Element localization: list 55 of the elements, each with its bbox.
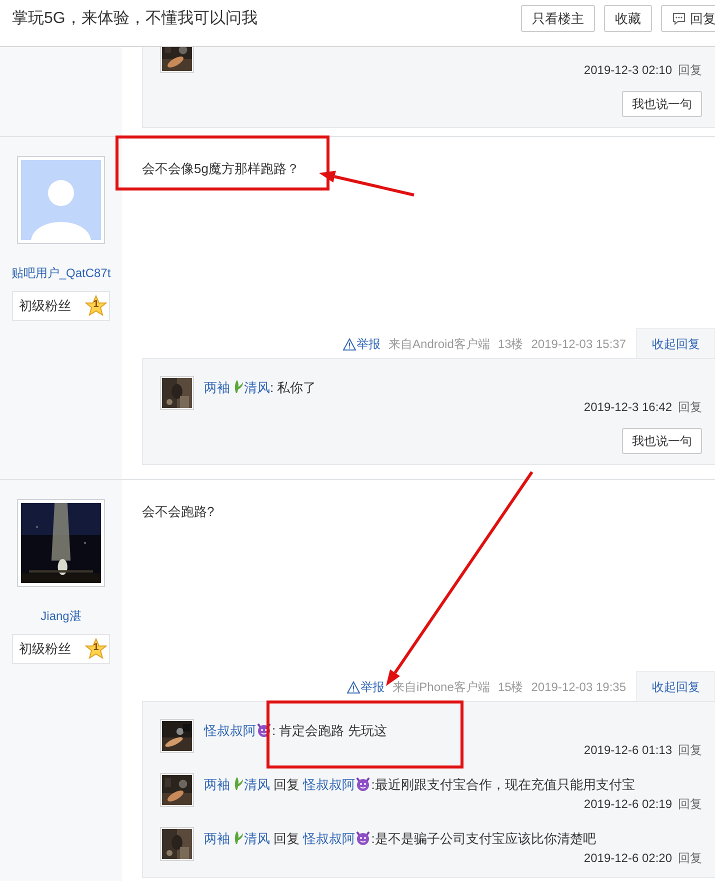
level-star-icon: 1 [85,638,107,660]
post-text: 会不会像5g魔方那样跑路？ [142,160,300,178]
username-link[interactable]: 两袖 [204,380,230,395]
reply-link[interactable]: 回复 [678,63,702,77]
warning-icon [346,680,360,694]
username-link[interactable]: 两袖 [204,831,230,846]
post-text: 会不会跑路? [142,503,214,521]
reply-text: :是不是骗子公司支付宝应该比你清楚吧 [371,831,596,846]
reply-time: 2019-12-3 16:42 [584,400,672,414]
username-link[interactable]: 怪叔叔阿 [303,831,356,846]
post-time: 2019-12-03 15:37 [531,336,626,353]
header-button[interactable]: 收藏 [604,5,652,32]
post-floor: 13楼 [498,336,524,353]
report-link[interactable]: 举报 [346,678,385,701]
default-avatar-icon [21,160,101,240]
report-link[interactable]: 举报 [342,335,381,358]
author-name[interactable]: 贴吧用户_QatC87t [11,264,111,282]
post-floor: 15楼 [498,679,524,696]
reply-label: 回复 [272,831,301,846]
post-source: 来自iPhone客户端 [392,679,490,696]
comment-button[interactable]: 我也说一句 [622,91,702,117]
collapse-replies-tab[interactable]: 收起回复 [636,671,715,701]
reply-link[interactable]: 回复 [678,797,702,811]
username-link[interactable]: 清风 [244,831,270,846]
comment-button[interactable]: 我也说一句 [622,428,702,454]
header-button[interactable]: 只看楼主 [521,5,595,32]
devil-icon [355,775,372,791]
reply-text: : 私你了 [270,380,316,395]
post-time: 2019-12-03 19:35 [531,679,626,696]
username-link[interactable]: 清风 [244,777,270,792]
thread-title: 掌玩5G，来体验，不懂我可以问我 [12,8,258,29]
post-source: 来自Android客户端 [388,336,490,353]
collapse-replies-tab[interactable]: 收起回复 [636,328,715,358]
author-name[interactable]: Jiang湛 [40,607,82,625]
devil-icon [256,721,272,737]
level-star-icon: 1 [85,295,107,317]
username-link[interactable]: 怪叔叔阿 [303,777,356,792]
reply-link[interactable]: 回复 [678,400,702,414]
username-link[interactable]: 清风 [244,380,270,395]
reply-link[interactable]: 回复 [678,851,702,865]
fan-rank-badge: 初级粉丝 1 [12,291,110,321]
reply-time: 2019-12-6 01:13 [584,743,672,757]
reply-label: 回复 [272,777,301,792]
reply-time: 2019-12-3 02:10 [584,63,672,77]
reply-text: :最近刚跟支付宝合作，现在充值只能用支付宝 [371,777,635,792]
warning-icon [342,338,356,350]
reply-link[interactable]: 回复 [678,743,702,757]
reply-time: 2019-12-6 02:20 [584,851,672,865]
devil-icon [355,829,372,845]
reply-text: : 肯定会跑路 先玩这 [272,723,387,738]
username-link[interactable]: 两袖 [204,777,230,792]
username-link[interactable]: 怪叔叔阿 [204,723,256,738]
reply-time: 2019-12-6 02:19 [584,797,672,811]
header-button[interactable]: 回复 [661,5,715,32]
fan-rank-badge: 初级粉丝 1 [12,634,110,664]
